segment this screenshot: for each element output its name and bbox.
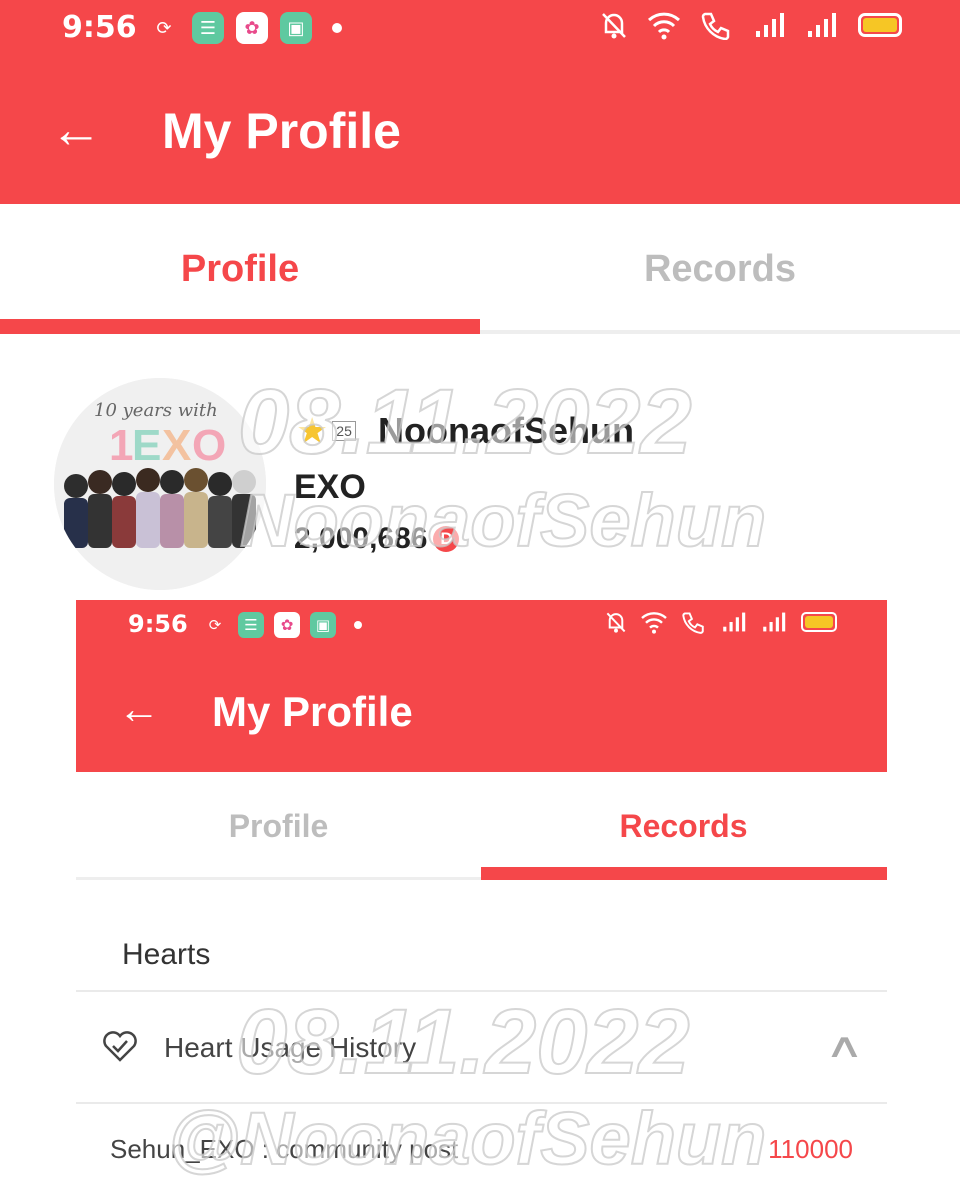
status-app-icons: ⟳ ☰ ✿ ▣ <box>148 12 342 44</box>
embedded-status-bar: 9:56 ⟳ ☰ ✿ ▣ <box>76 600 887 652</box>
tab-indicator <box>481 867 887 880</box>
tab-indicator <box>0 319 480 334</box>
signal-1-icon <box>723 612 746 632</box>
signal-2-icon <box>763 612 786 632</box>
wifi-icon <box>647 12 681 40</box>
embedded-screenshot: 9:56 ⟳ ☰ ✿ ▣ ← My Profile Profile Record… <box>76 600 887 1200</box>
mute-bell-icon <box>606 612 626 633</box>
embedded-app-bar: ← My Profile <box>76 652 887 772</box>
fandom-name: EXO <box>294 468 366 506</box>
back-arrow-icon[interactable]: ← <box>50 100 102 160</box>
profile-card: 10 years with 1 E X O ★ 25 NoonaofSehun … <box>0 334 960 600</box>
sync-icon: ⟳ <box>208 617 222 634</box>
avatar[interactable]: 10 years with 1 E X O <box>54 378 266 590</box>
heart-history-icon <box>103 1031 137 1062</box>
svg-text:X: X <box>162 421 191 470</box>
notification-dot <box>354 621 362 629</box>
tab-records[interactable]: Records <box>480 248 960 291</box>
points-row: 2,000,686 D <box>294 522 460 556</box>
wifi-call-icon <box>682 612 704 634</box>
level-badge: ★ 25 <box>296 410 356 452</box>
record-label: Sehun_EXO : community post <box>110 1134 459 1164</box>
record-value: 110000 <box>768 1134 853 1164</box>
wifi-call-icon <box>701 12 730 40</box>
heart-usage-history-row[interactable]: Heart Usage History ∧ <box>76 992 887 1102</box>
status-time: 9:56 <box>62 10 137 45</box>
tab-records[interactable]: Records <box>481 808 886 845</box>
embedded-app-icons: ⟳ ☰ ✿ ▣ <box>202 612 362 638</box>
status-bar: 9:56 ⟳ ☰ ✿ ▣ <box>0 0 960 60</box>
back-arrow-icon[interactable]: ← <box>118 684 160 734</box>
history-label: Heart Usage History <box>164 1032 417 1063</box>
mute-bell-icon <box>602 13 626 39</box>
embedded-system-icons <box>605 610 837 634</box>
wifi-icon <box>641 612 667 634</box>
svg-text:O: O <box>192 421 226 470</box>
d-coin-icon: D <box>433 526 460 552</box>
tab-profile[interactable]: Profile <box>76 808 481 845</box>
page-title: My Profile <box>162 103 401 159</box>
embedded-status-time: 9:56 <box>128 610 188 638</box>
embedded-tab-bar: Profile Records <box>76 772 887 880</box>
svg-text:10 years with: 10 years with <box>94 400 218 421</box>
exo-10-years-avatar: 10 years with 1 E X O <box>54 378 266 590</box>
battery-icon <box>801 612 837 632</box>
username: NoonaofSehun <box>378 410 634 451</box>
photos-icon: ✿ <box>236 12 268 44</box>
app-green-icon: ☰ <box>238 612 264 638</box>
tab-profile[interactable]: Profile <box>0 248 480 291</box>
tab-bar: Profile Records <box>0 204 960 334</box>
section-title-hearts: Hearts <box>122 938 211 971</box>
sync-icon: ⟳ <box>156 17 172 38</box>
svg-text:E: E <box>132 421 161 470</box>
chevron-up-icon[interactable]: ∧ <box>825 1026 865 1066</box>
embedded-page-title: My Profile <box>212 688 413 735</box>
signal-2-icon <box>808 13 836 37</box>
star-icon: ★ <box>296 410 329 451</box>
signal-1-icon <box>756 13 784 37</box>
points-value: 2,000,686 <box>294 522 428 555</box>
record-row: Sehun_EXO : community post 110000 <box>76 1104 887 1200</box>
level-number: 25 <box>332 421 356 441</box>
app-bar: ← My Profile <box>0 60 960 204</box>
battery-icon <box>858 13 902 37</box>
photos-icon: ✿ <box>274 612 300 638</box>
status-system-icons <box>600 10 902 40</box>
svg-text:1: 1 <box>109 421 133 470</box>
gallery-icon: ▣ <box>310 612 336 638</box>
gallery-icon: ▣ <box>280 12 312 44</box>
notification-dot <box>332 23 342 33</box>
app-green-icon: ☰ <box>192 12 224 44</box>
